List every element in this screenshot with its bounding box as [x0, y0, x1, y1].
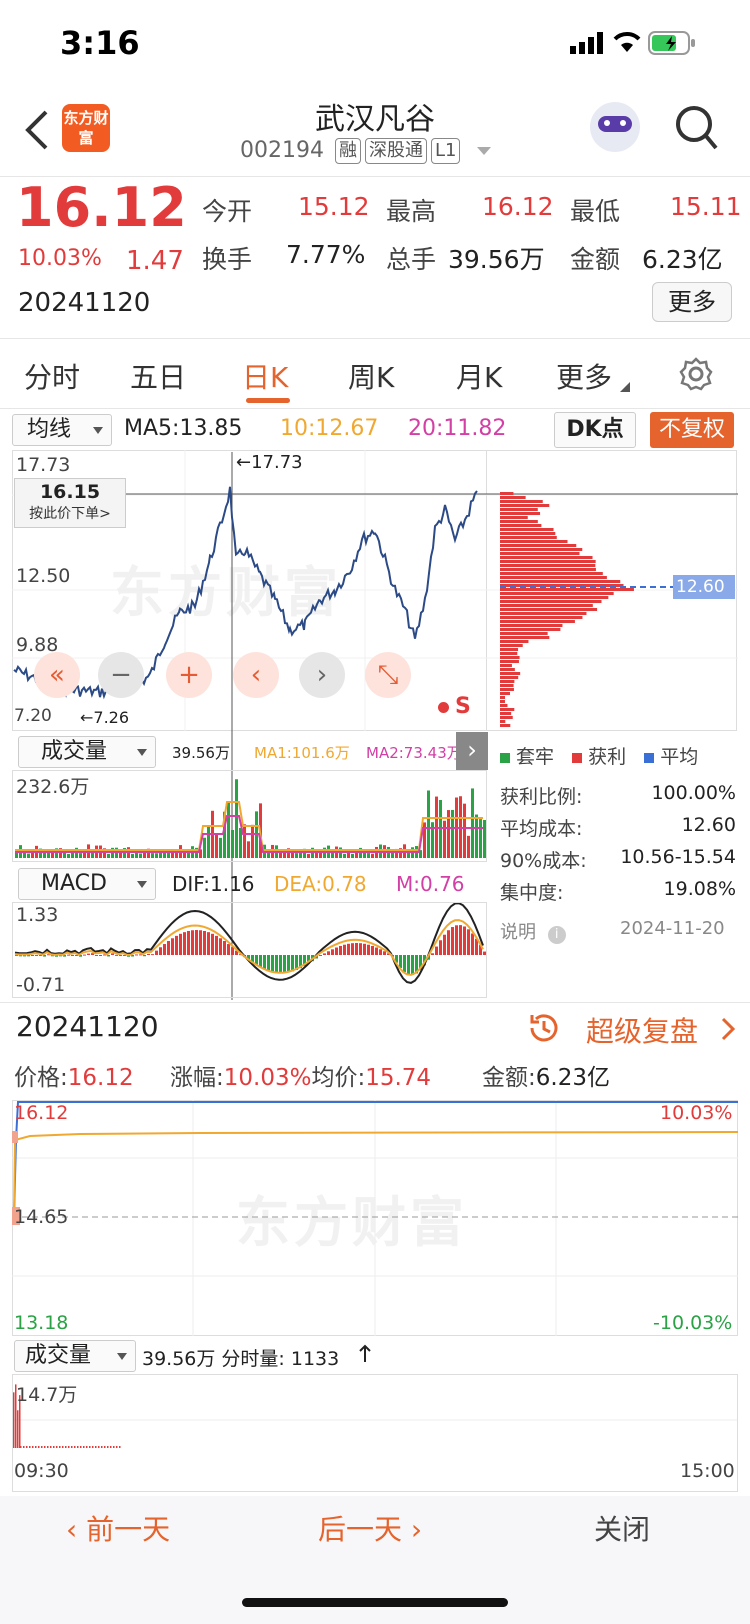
intraday-volume-dropdown-icon — [117, 1353, 127, 1360]
intraday-pct-bottom: -10.03% — [653, 1312, 733, 1334]
intraday-volume-text: 39.56万 分时量: 1133 — [142, 1348, 340, 1370]
intraday-y-top: 16.12 — [14, 1102, 69, 1124]
home-indicator — [242, 1598, 508, 1607]
intraday-y-mid: 14.65 — [14, 1206, 69, 1228]
prev-day-button[interactable]: ‹ 前一天 — [66, 1508, 170, 1548]
intraday-y-bottom: 13.18 — [14, 1312, 69, 1334]
intraday-volume-y-top: 14.7万 — [16, 1384, 78, 1406]
time-end: 15:00 — [680, 1460, 735, 1482]
intraday-avg-line — [13, 1131, 739, 1219]
intraday-volume-frame — [12, 1374, 738, 1492]
intraday-pct-top: 10.03% — [660, 1102, 733, 1124]
intraday-price-line — [13, 1101, 738, 1219]
intraday-volume-select-label: 成交量 — [25, 1343, 92, 1368]
intraday-volume-select[interactable]: 成交量 — [14, 1340, 136, 1372]
up-arrow-icon — [359, 1344, 371, 1362]
next-day-button[interactable]: 后一天 › — [318, 1508, 422, 1548]
prev-day-label: 前一天 — [86, 1513, 171, 1546]
close-button[interactable]: 关闭 — [594, 1508, 650, 1548]
next-day-label: 后一天 — [318, 1513, 403, 1546]
time-start: 09:30 — [14, 1460, 69, 1482]
